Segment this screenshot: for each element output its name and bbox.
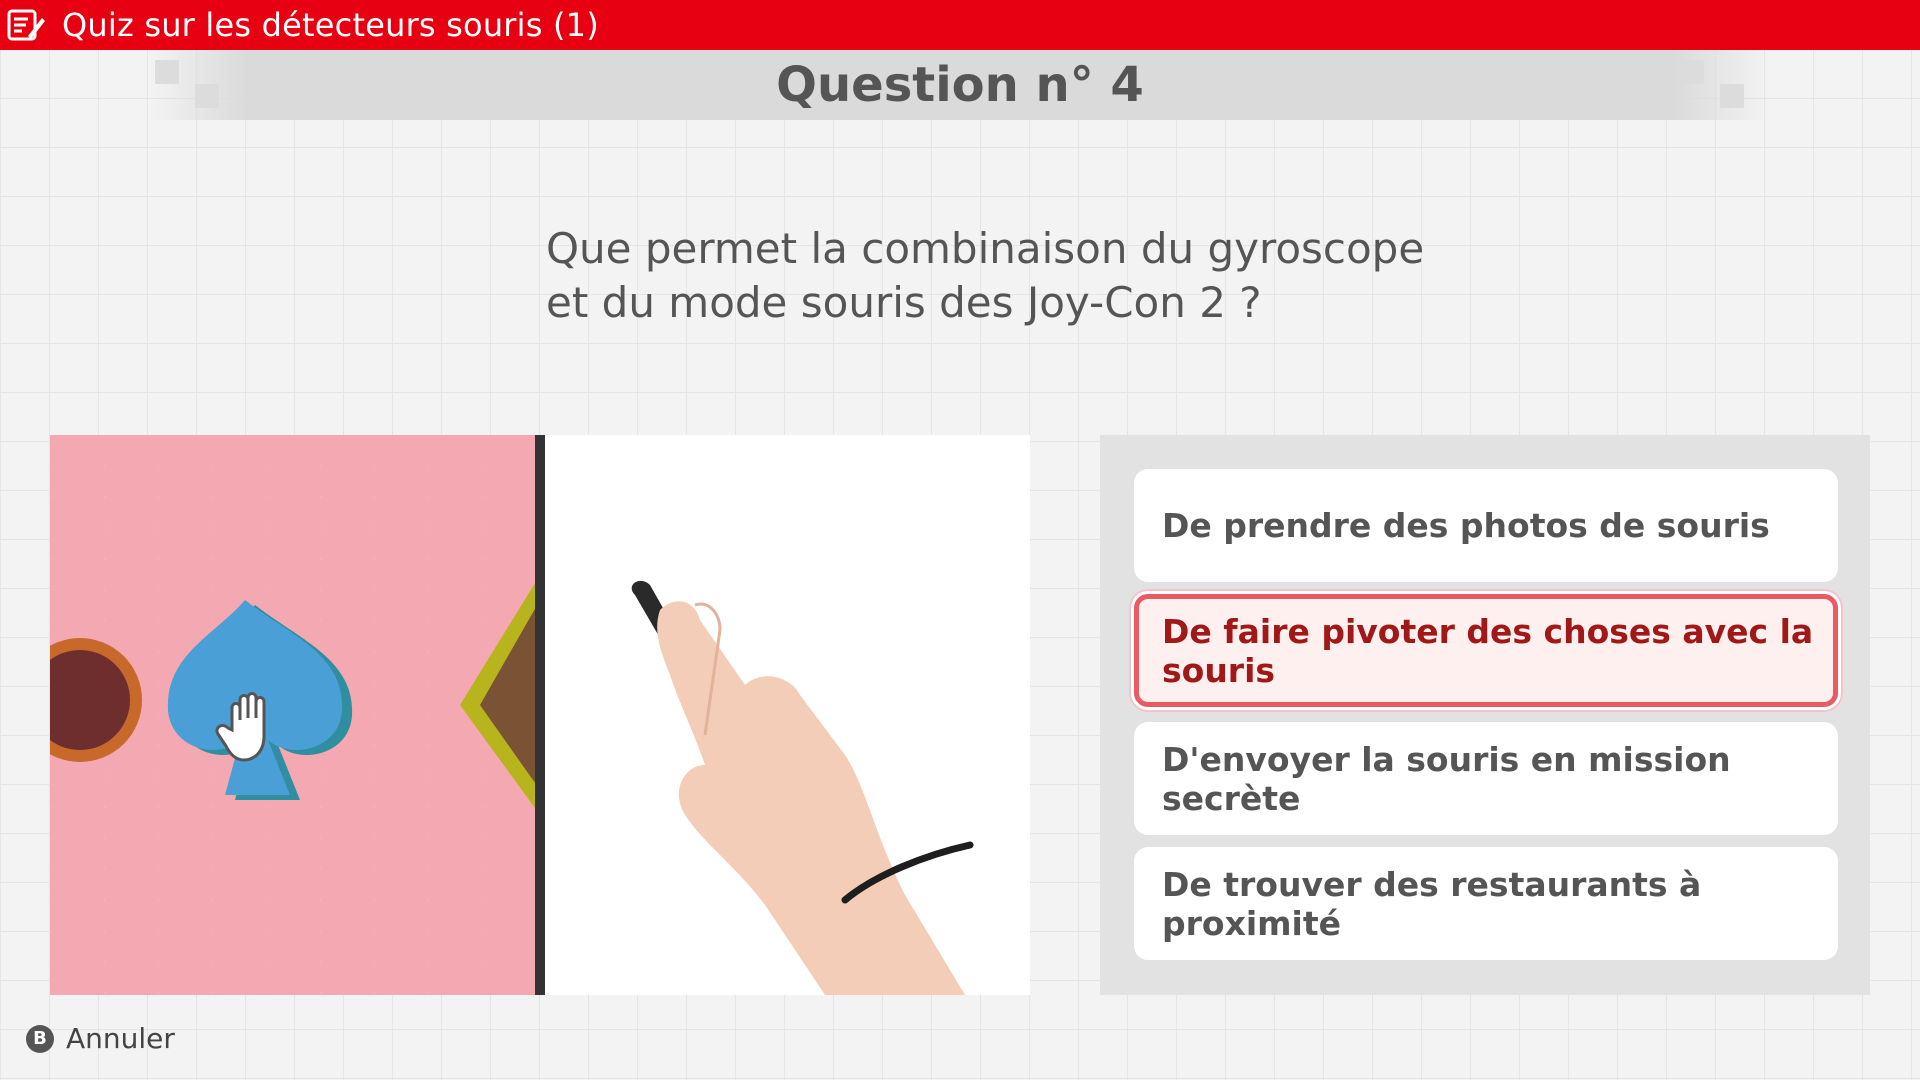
question-number: Question n° 4 (776, 57, 1144, 113)
pixel-decoration (195, 84, 219, 108)
question-illustration (50, 435, 1030, 995)
pixel-decoration (155, 60, 179, 84)
answer-option-1[interactable]: De prendre des photos de souris (1134, 469, 1838, 582)
image-divider (535, 435, 545, 995)
answer-option-2-selected[interactable]: De faire pivoter des choses avec la sour… (1134, 594, 1838, 707)
answer-label: D'envoyer la souris en mission secrète (1162, 739, 1731, 818)
window-title: Quiz sur les détecteurs souris (1) (62, 6, 599, 44)
question-line: et du mode souris des Joy-Con 2 ? (546, 278, 1262, 327)
answer-label: De faire pivoter des choses avec la sour… (1162, 611, 1814, 690)
quiz-pencil-icon (4, 5, 48, 45)
cancel-button[interactable]: B Annuler (26, 1022, 175, 1055)
title-bar: Quiz sur les détecteurs souris (1) (0, 0, 1920, 50)
question-heading-banner: Question n° 4 (150, 50, 1770, 120)
game-scene-image (50, 435, 535, 995)
answer-label: De trouver des restaurants à proximité (1162, 864, 1702, 943)
answer-option-4[interactable]: De trouver des restaurants à proximité (1134, 847, 1838, 960)
joycon-hand-image (545, 435, 1030, 995)
question-text: Que permet la combinaison du gyroscope e… (546, 222, 1446, 330)
answer-option-3[interactable]: D'envoyer la souris en mission secrète (1134, 722, 1838, 835)
answers-panel: De prendre des photos de souris De faire… (1100, 435, 1870, 995)
pixel-decoration (1720, 84, 1744, 108)
b-button-icon: B (26, 1024, 54, 1053)
cancel-label: Annuler (66, 1022, 175, 1055)
question-line: Que permet la combinaison du gyroscope (546, 224, 1425, 273)
pixel-decoration (1680, 60, 1704, 84)
answer-label: De prendre des photos de souris (1162, 506, 1770, 545)
